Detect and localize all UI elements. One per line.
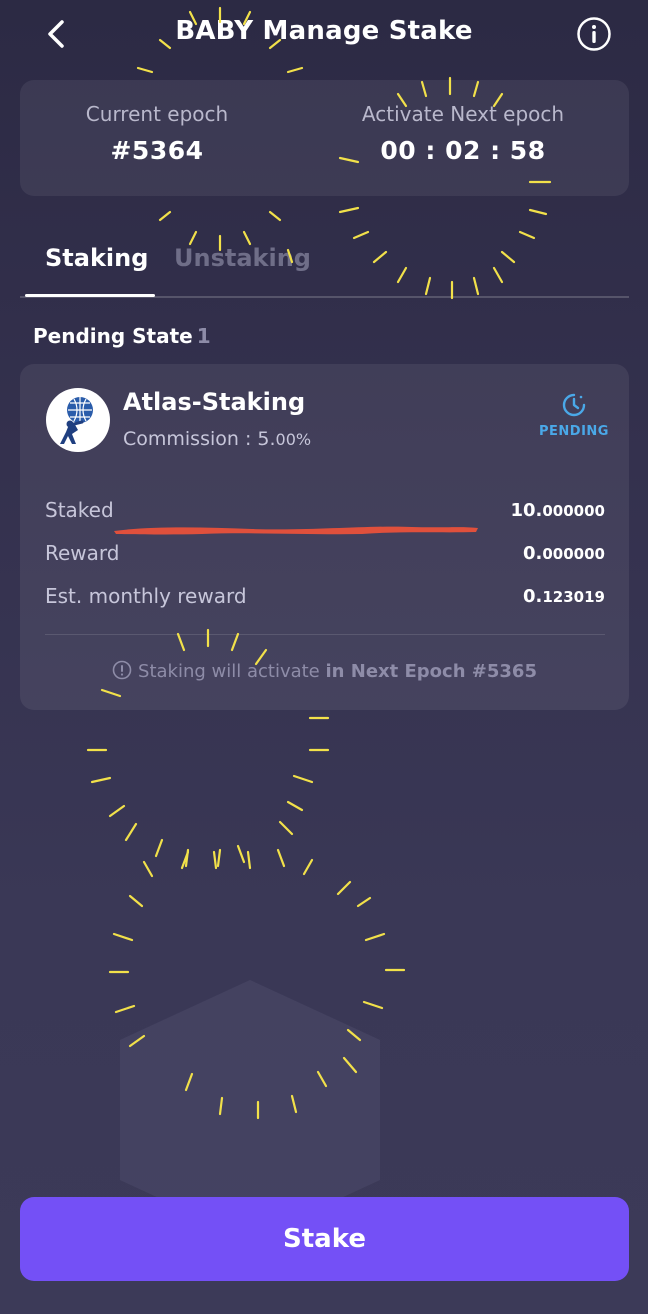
reward-value-int: 0. <box>523 543 543 564</box>
monthly-reward-label: Est. monthly reward <box>45 584 247 608</box>
monthly-reward-value: 0.123019 <box>523 586 605 607</box>
validator-commission: Commission : 5.00% <box>123 428 311 450</box>
next-epoch-label: Activate Next epoch <box>361 102 565 126</box>
info-circle-icon <box>577 17 611 51</box>
staked-value-dec: 000000 <box>542 502 605 520</box>
atlas-logo-icon <box>48 390 108 450</box>
current-epoch-label: Current epoch <box>85 102 229 126</box>
tab-staking[interactable]: Staking <box>45 244 148 272</box>
reward-value: 0.000000 <box>523 543 605 564</box>
commission-label: Commission : 5. <box>123 428 276 450</box>
current-epoch-value: #5364 <box>110 136 204 165</box>
redaction-mark <box>114 526 478 535</box>
reward-value-dec: 000000 <box>542 545 605 563</box>
top-bar: BABY Manage Stake <box>0 0 648 68</box>
next-epoch-countdown: Activate Next epoch 00 : 02 : 58 <box>328 102 598 165</box>
validator-avatar <box>46 388 110 452</box>
clock-icon <box>562 393 586 417</box>
tab-unstaking[interactable]: Unstaking <box>174 244 311 272</box>
pending-state-header: Pending State 1 <box>33 324 211 348</box>
stake-button[interactable]: Stake <box>20 1197 629 1281</box>
pending-status-badge: PENDING <box>534 392 614 439</box>
stake-tabs: Staking Unstaking <box>20 236 629 298</box>
next-epoch-timer: 00 : 02 : 58 <box>380 136 546 165</box>
commission-percent: 00% <box>275 430 312 449</box>
current-epoch: Current epoch #5364 <box>22 102 292 165</box>
pending-state-label: Pending State <box>33 324 193 348</box>
reward-label: Reward <box>45 541 120 565</box>
staked-value-int: 10. <box>510 500 543 521</box>
active-tab-indicator <box>25 294 155 297</box>
epoch-card: Current epoch #5364 Activate Next epoch … <box>20 80 629 196</box>
validator-name: Atlas-Staking <box>123 388 306 416</box>
card-divider <box>45 634 605 635</box>
staked-value: 10.000000 <box>510 500 605 521</box>
monthly-reward-value-int: 0. <box>523 586 543 607</box>
page-title: BABY Manage Stake <box>175 16 473 46</box>
monthly-reward-value-dec: 123019 <box>542 588 605 606</box>
validator-card[interactable]: Atlas-Staking Commission : 5.00% PENDING… <box>20 364 629 710</box>
activation-notice: Staking will activate in Next Epoch #536… <box>20 660 629 682</box>
reward-row: Reward 0.000000 <box>45 541 605 571</box>
notice-prefix: Staking will activate <box>138 661 320 682</box>
staked-label: Staked <box>45 498 114 522</box>
info-small-icon <box>112 660 132 680</box>
info-button[interactable] <box>574 14 614 54</box>
notice-epoch: in Next Epoch #5365 <box>325 661 537 682</box>
pending-state-count: 1 <box>196 324 211 348</box>
pending-status-text: PENDING <box>539 424 609 439</box>
monthly-reward-row: Est. monthly reward 0.123019 <box>45 584 605 614</box>
